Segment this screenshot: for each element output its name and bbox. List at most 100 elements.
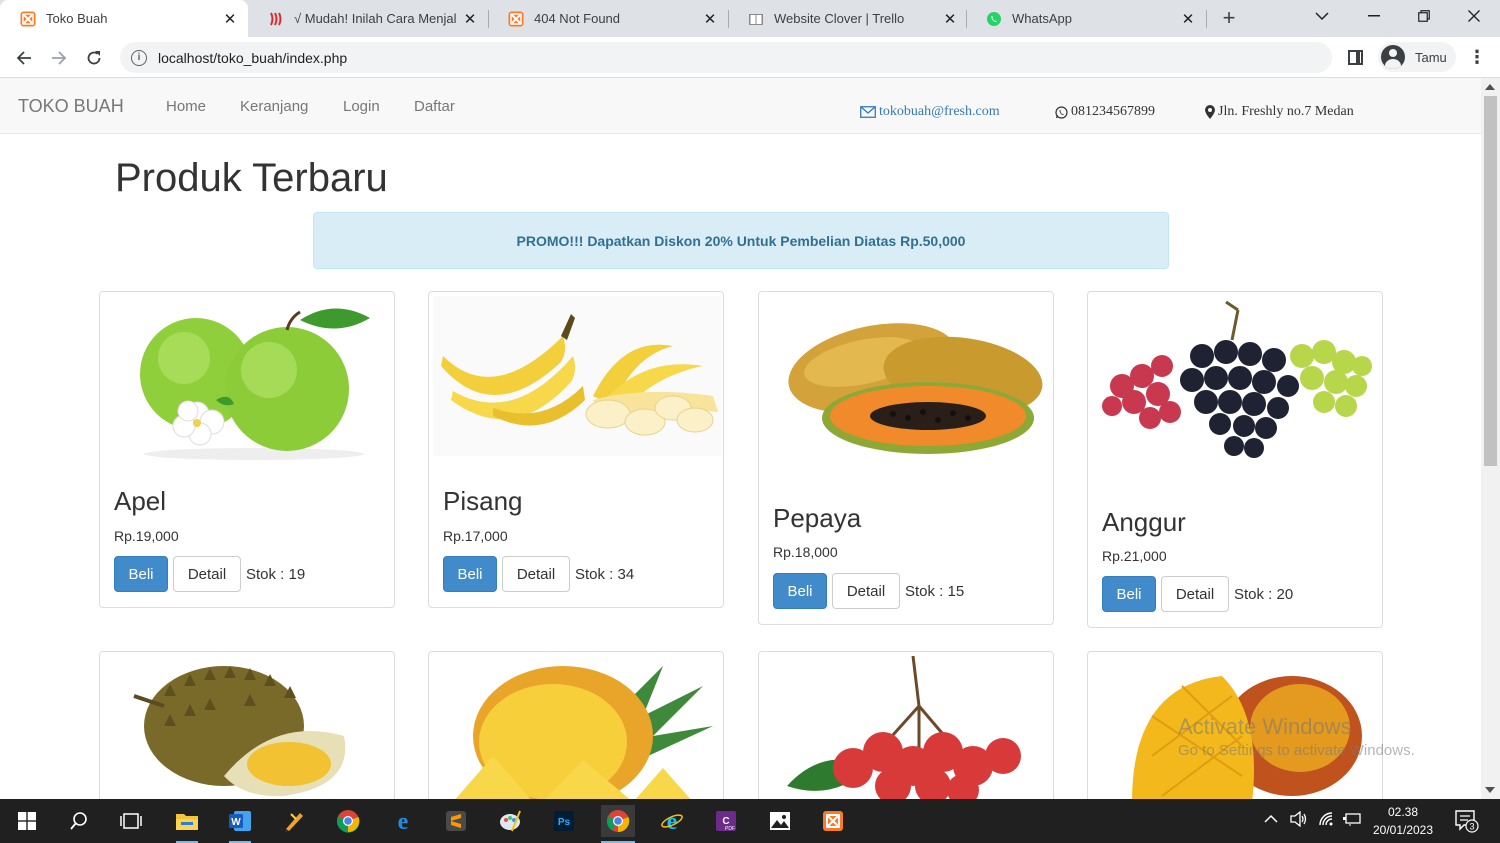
whatsapp-icon <box>1055 105 1068 119</box>
search-icon[interactable] <box>62 805 96 837</box>
product-actions: Beli Detail Stok : 34 <box>443 556 634 592</box>
svg-text:e: e <box>667 809 678 833</box>
stock-text: Stok : 19 <box>246 565 306 583</box>
menu-icon[interactable]: ⋮ <box>1467 47 1487 67</box>
tab-strip: Toko Buah ✕ √ Mudah! Inilah Cara Menjala… <box>0 0 1500 37</box>
rambutan-image <box>763 655 1051 799</box>
forward-button[interactable] <box>46 45 72 71</box>
side-panel-icon[interactable] <box>1348 50 1363 65</box>
product-price: Rp.19,000 <box>114 528 179 544</box>
battery-icon[interactable] <box>1342 812 1362 829</box>
svg-text:W: W <box>231 817 241 828</box>
task-view-icon[interactable] <box>114 805 148 837</box>
profile-button[interactable]: Tamu <box>1378 42 1456 72</box>
clock-date: 20/01/2023 <box>1372 823 1434 837</box>
page-scrollbar[interactable] <box>1481 78 1500 799</box>
detail-button[interactable]: Detail <box>502 556 570 592</box>
map-marker-icon <box>1205 105 1215 119</box>
product-card-apel: Apel Rp.19,000 Beli Detail Stok : 19 <box>99 291 395 608</box>
envelope-icon <box>860 106 876 118</box>
close-icon[interactable]: ✕ <box>222 11 238 28</box>
nav-keranjang[interactable]: Keranjang <box>240 98 308 115</box>
restore-button[interactable] <box>1402 0 1446 32</box>
page-viewport: TOKO BUAH Home Keranjang Login Daftar to… <box>0 78 1481 799</box>
internet-explorer-icon[interactable]: e <box>655 805 689 837</box>
volume-icon[interactable] <box>1290 810 1308 830</box>
xampp-icon <box>20 11 36 27</box>
product-card-nanas <box>428 651 724 799</box>
chrome-active-icon[interactable] <box>601 805 635 843</box>
product-card-pisang: Pisang Rp.17,000 Beli Detail Stok : 34 <box>428 291 724 608</box>
photoshop-icon[interactable]: Ps <box>547 805 581 837</box>
chevron-up-icon[interactable] <box>1264 811 1278 827</box>
product-name: Pisang <box>443 486 523 516</box>
new-tab-button[interactable]: + <box>1218 7 1240 29</box>
notification-count: 3 <box>1469 822 1474 832</box>
site-navbar: TOKO BUAH Home Keranjang Login Daftar to… <box>0 78 1481 134</box>
page-title: Produk Terbaru <box>115 156 388 200</box>
detail-button[interactable]: Detail <box>173 556 241 592</box>
tab-404[interactable]: 404 Not Found ✕ <box>488 0 728 37</box>
contact-email[interactable]: tokobuah@fresh.com <box>860 104 1000 120</box>
tab-title: Toko Buah <box>46 11 108 26</box>
detail-button[interactable]: Detail <box>1161 576 1229 612</box>
chrome-icon[interactable] <box>331 805 365 837</box>
windows-taskbar: W e Ps e C PDF 02.38 20/01/2023 3 <box>0 799 1500 843</box>
scroll-up-arrow[interactable] <box>1485 84 1495 90</box>
tab-title: WhatsApp <box>1012 11 1072 26</box>
email-text: tokobuah@fresh.com <box>879 104 1000 119</box>
product-name: Apel <box>114 486 167 516</box>
scrollbar-thumb[interactable] <box>1484 96 1497 466</box>
product-price: Rp.21,000 <box>1102 548 1167 564</box>
book-icon <box>748 11 764 27</box>
tab-trello[interactable]: Website Clover | Trello ✕ <box>728 0 968 37</box>
tab-toko-buah[interactable]: Toko Buah ✕ <box>0 0 248 37</box>
buy-button[interactable]: Beli <box>1102 576 1156 612</box>
paint-icon[interactable] <box>493 805 527 837</box>
reload-button[interactable] <box>81 45 107 71</box>
product-card-pepaya: Pepaya Rp.18,000 Beli Detail Stok : 15 <box>758 291 1054 625</box>
word-icon[interactable]: W <box>223 805 257 843</box>
sketch-tool-icon[interactable] <box>277 805 311 837</box>
pdf-app-icon[interactable]: C PDF <box>709 805 743 837</box>
tab-title: Website Clover | Trello <box>774 11 905 26</box>
edge-legacy-icon[interactable]: e <box>386 805 420 837</box>
photos-icon[interactable] <box>763 805 797 837</box>
watermark-subtitle: Go to Settings to activate Windows. <box>1178 742 1415 759</box>
site-brand[interactable]: TOKO BUAH <box>18 96 124 117</box>
toolbar: i localhost/toko_buah/index.php Tamu ⋮ <box>0 37 1500 78</box>
tab-cara-menjala[interactable]: √ Mudah! Inilah Cara Menjala ✕ <box>248 0 488 37</box>
back-button[interactable] <box>11 45 37 71</box>
file-explorer-icon[interactable] <box>170 805 204 843</box>
close-icon[interactable]: ✕ <box>1180 11 1196 28</box>
nav-home[interactable]: Home <box>166 98 206 115</box>
windows-start-icon[interactable] <box>10 805 44 837</box>
nav-login[interactable]: Login <box>343 98 380 115</box>
info-icon[interactable]: i <box>131 49 147 66</box>
close-icon[interactable]: ✕ <box>462 11 478 28</box>
detail-button[interactable]: Detail <box>832 573 900 609</box>
xampp-icon[interactable] <box>816 805 850 837</box>
address-bar[interactable]: i localhost/toko_buah/index.php <box>120 42 1332 73</box>
svg-text:Ps: Ps <box>558 817 571 828</box>
wifi-icon[interactable] <box>1318 811 1336 830</box>
signal-icon <box>268 11 284 27</box>
notification-icon[interactable]: 3 <box>1454 809 1480 836</box>
tab-whatsapp[interactable]: WhatsApp ✕ <box>966 0 1206 37</box>
buy-button[interactable]: Beli <box>443 556 497 592</box>
xampp-icon <box>508 11 524 27</box>
minimize-button[interactable] <box>1352 0 1396 32</box>
close-icon[interactable]: ✕ <box>942 11 958 28</box>
sublime-text-icon[interactable] <box>439 805 473 837</box>
close-window-button[interactable] <box>1452 0 1496 32</box>
buy-button[interactable]: Beli <box>114 556 168 592</box>
close-icon[interactable]: ✕ <box>702 11 718 28</box>
system-clock[interactable]: 02.38 20/01/2023 <box>1368 803 1438 839</box>
tab-search-button[interactable] <box>1300 0 1344 32</box>
scroll-down-arrow[interactable] <box>1485 787 1495 793</box>
nav-daftar[interactable]: Daftar <box>414 98 455 115</box>
watermark-title: Activate Windows <box>1178 714 1352 739</box>
svg-text:PDF: PDF <box>725 826 735 832</box>
product-actions: Beli Detail Stok : 19 <box>114 556 305 592</box>
buy-button[interactable]: Beli <box>773 573 827 609</box>
